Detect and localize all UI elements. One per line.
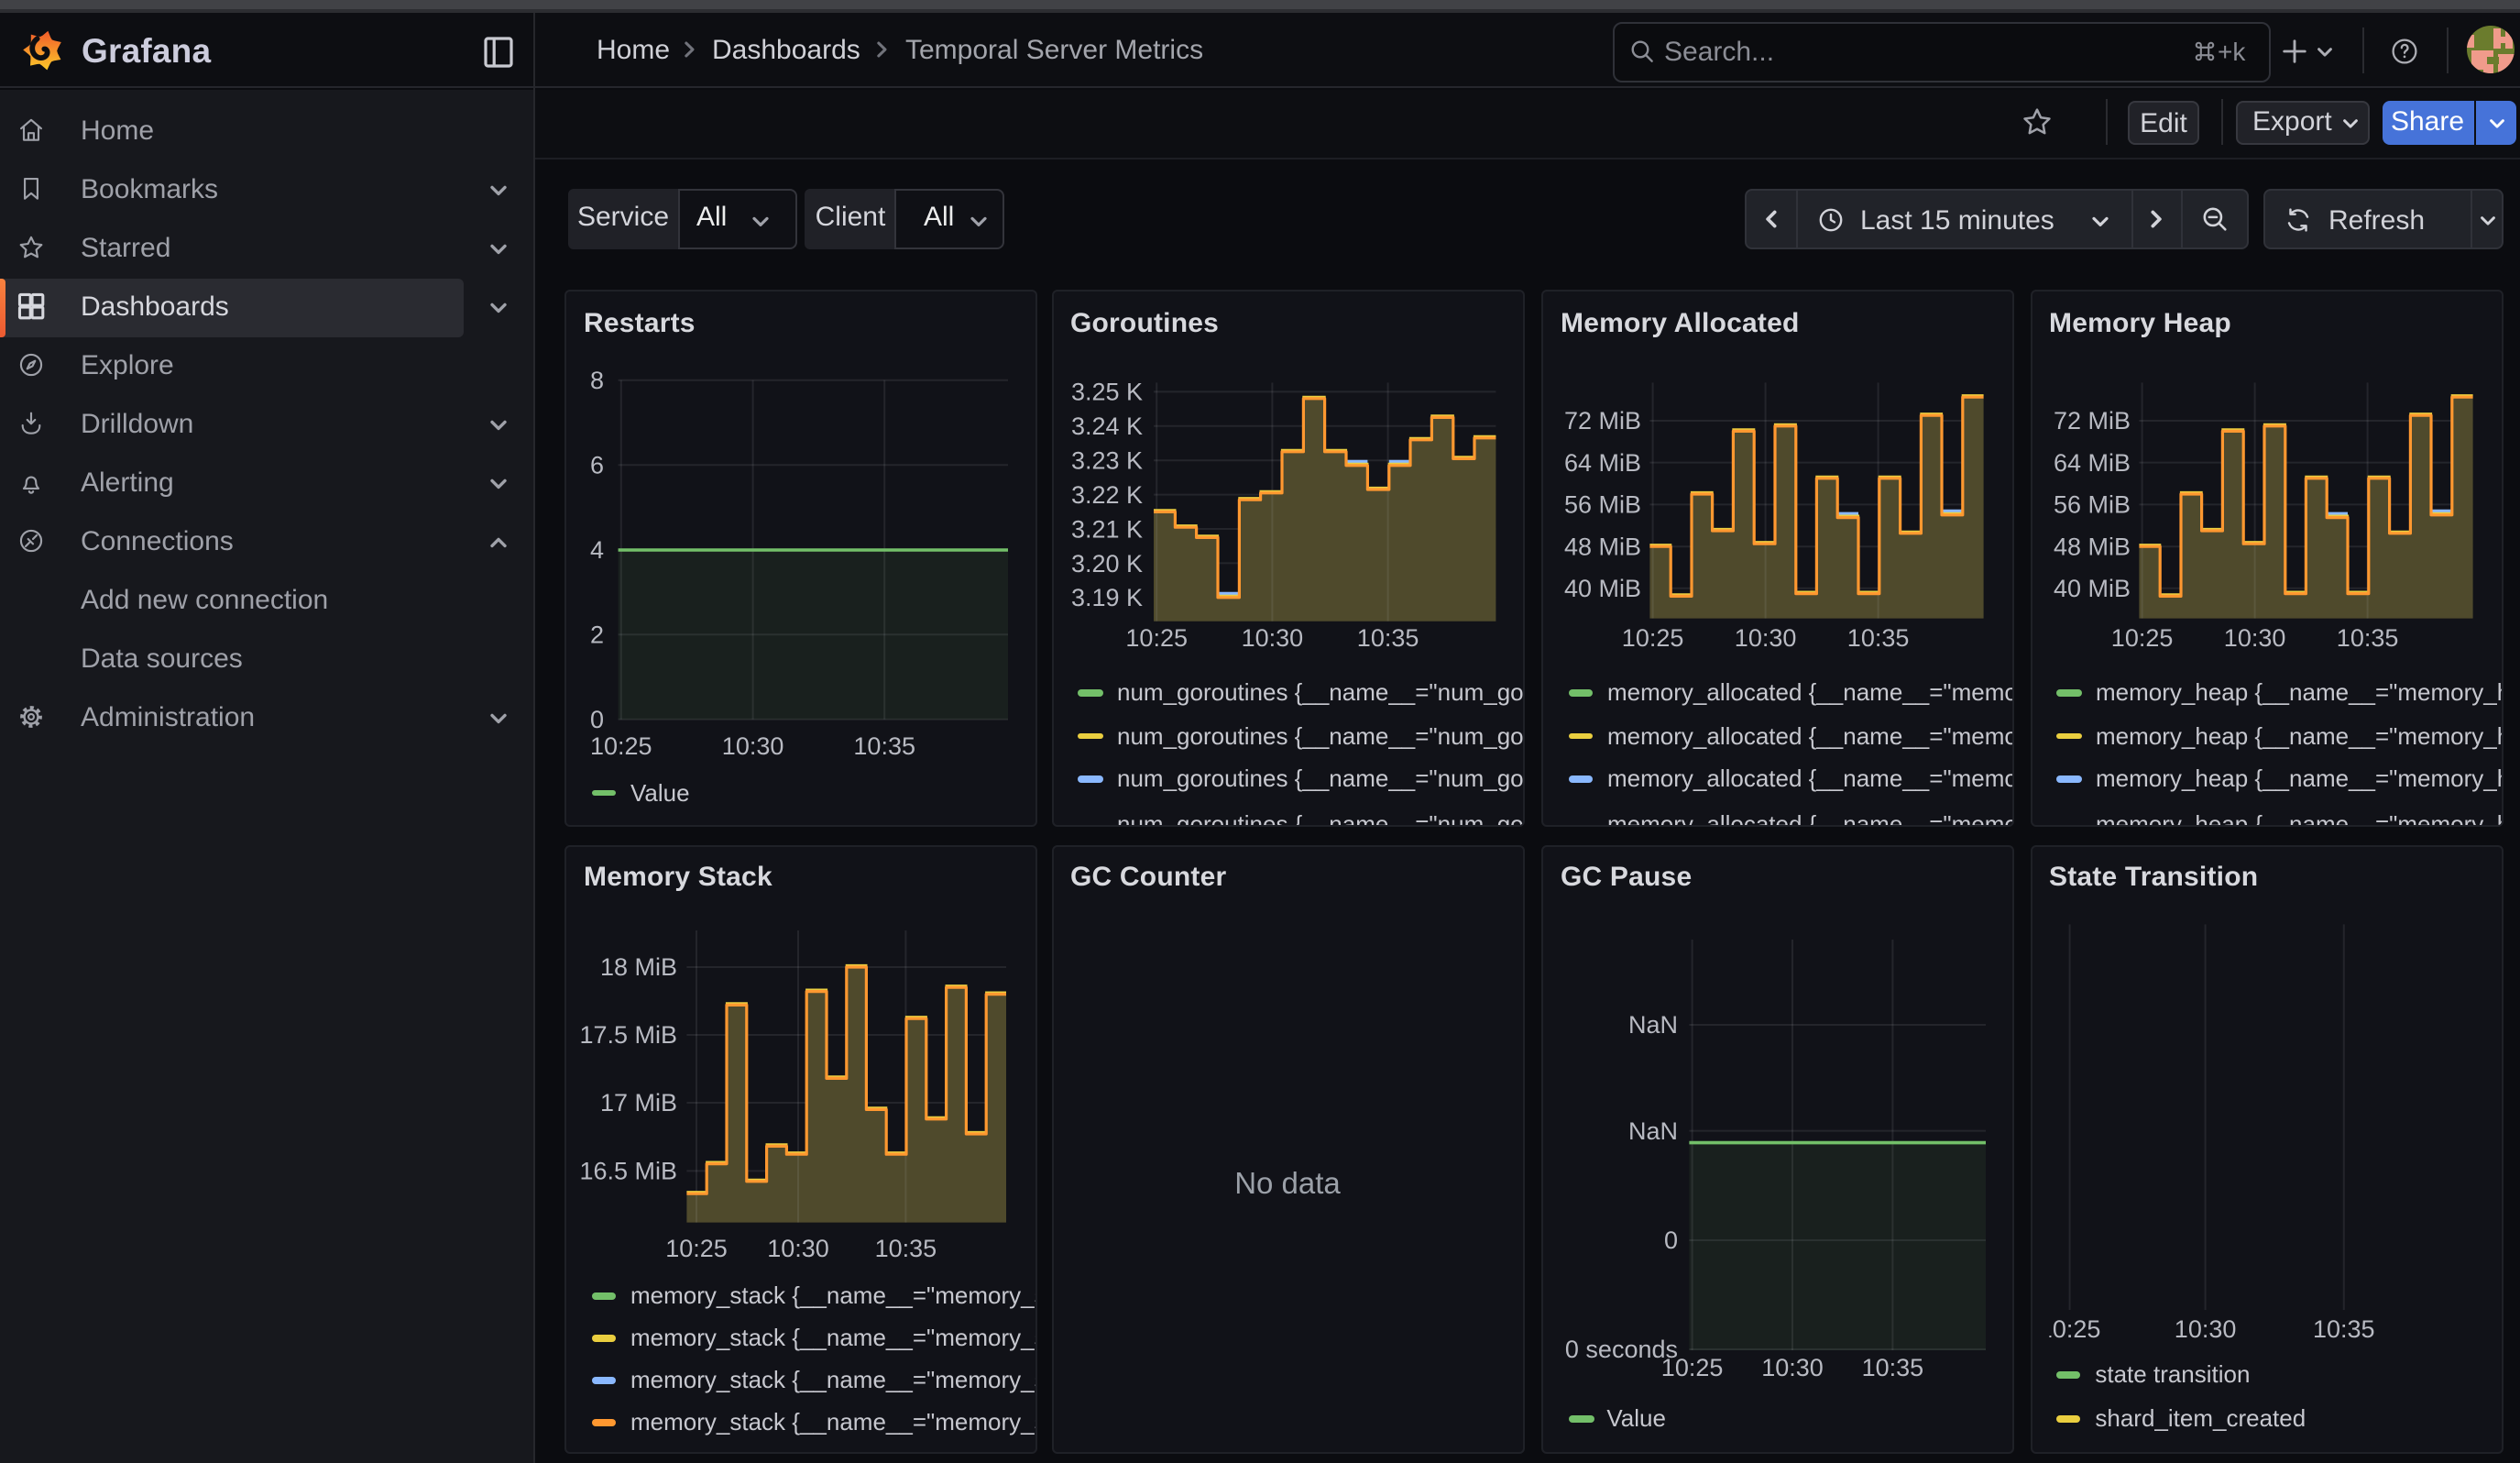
- svg-text:18 MiB: 18 MiB: [600, 952, 677, 980]
- svg-text:3.20 K: 3.20 K: [1070, 550, 1142, 578]
- svg-text:NaN: NaN: [1628, 1010, 1678, 1038]
- svg-text:3.23 K: 3.23 K: [1070, 446, 1142, 474]
- svg-text:17.5 MiB: 17.5 MiB: [579, 1020, 677, 1048]
- svg-text:10:35: 10:35: [853, 732, 915, 760]
- svg-text:10:30: 10:30: [722, 732, 784, 760]
- svg-text:6: 6: [590, 451, 604, 478]
- svg-text:56 MiB: 56 MiB: [1564, 491, 1641, 519]
- svg-text:2: 2: [590, 621, 604, 648]
- svg-text:48 MiB: 48 MiB: [1564, 533, 1641, 560]
- svg-text:0: 0: [1664, 1226, 1678, 1253]
- svg-text:16.5 MiB: 16.5 MiB: [579, 1157, 677, 1184]
- svg-text:10:35: 10:35: [1847, 624, 1910, 652]
- svg-text:48 MiB: 48 MiB: [2053, 533, 2130, 560]
- svg-text:10:30: 10:30: [2174, 1314, 2236, 1342]
- svg-text:64 MiB: 64 MiB: [2053, 449, 2130, 477]
- svg-text:17 MiB: 17 MiB: [600, 1088, 677, 1116]
- svg-text:56 MiB: 56 MiB: [2053, 491, 2130, 519]
- svg-text:10:35: 10:35: [1356, 624, 1419, 652]
- svg-text:3.22 K: 3.22 K: [1070, 481, 1142, 509]
- svg-text:10:25: 10:25: [2110, 624, 2173, 652]
- svg-text:64 MiB: 64 MiB: [1564, 449, 1641, 477]
- svg-text:10:30: 10:30: [1735, 624, 1797, 652]
- svg-text:40 MiB: 40 MiB: [1564, 575, 1641, 602]
- svg-text:10:25: 10:25: [2038, 1314, 2100, 1342]
- svg-text:10:35: 10:35: [2312, 1314, 2374, 1342]
- svg-text:40 MiB: 40 MiB: [2053, 575, 2130, 602]
- svg-text:10:25: 10:25: [1124, 624, 1187, 652]
- svg-text:3.19 K: 3.19 K: [1070, 584, 1142, 611]
- svg-text:NaN: NaN: [1628, 1116, 1678, 1144]
- svg-text:0: 0: [590, 706, 604, 733]
- svg-text:4: 4: [590, 536, 604, 564]
- svg-text:10:30: 10:30: [1761, 1353, 1824, 1380]
- svg-text:10:35: 10:35: [1862, 1353, 1924, 1380]
- svg-text:10:25: 10:25: [590, 732, 652, 760]
- svg-text:3.25 K: 3.25 K: [1070, 379, 1142, 406]
- svg-text:3.21 K: 3.21 K: [1070, 515, 1142, 543]
- svg-text:10:30: 10:30: [1241, 624, 1303, 652]
- svg-text:72 MiB: 72 MiB: [1564, 407, 1641, 434]
- svg-text:3.24 K: 3.24 K: [1070, 412, 1142, 440]
- svg-text:10:25: 10:25: [665, 1234, 728, 1261]
- svg-text:10:35: 10:35: [875, 1234, 937, 1261]
- svg-text:10:25: 10:25: [1622, 624, 1684, 652]
- svg-text:10:30: 10:30: [767, 1234, 829, 1261]
- svg-text:8: 8: [590, 367, 604, 394]
- svg-text:10:25: 10:25: [1661, 1353, 1724, 1380]
- svg-text:10:35: 10:35: [2336, 624, 2398, 652]
- svg-text:72 MiB: 72 MiB: [2053, 407, 2130, 434]
- svg-text:10:30: 10:30: [2223, 624, 2285, 652]
